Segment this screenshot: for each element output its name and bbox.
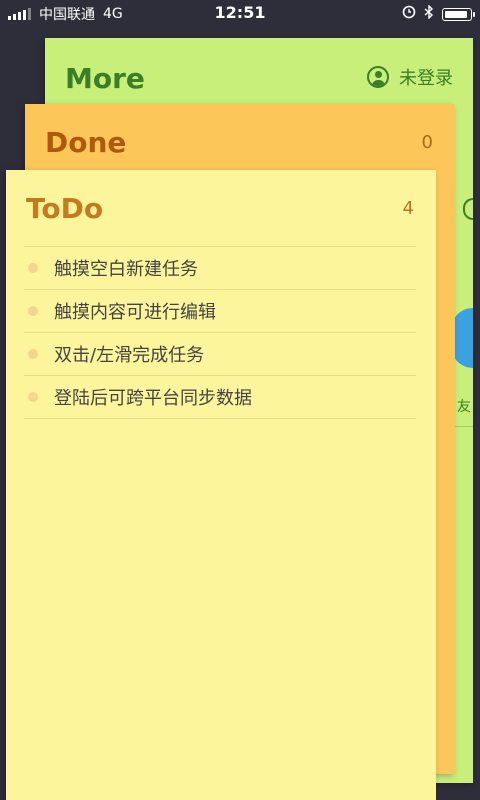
todo-list: 触摸空白新建任务 触摸内容可进行编辑 双击/左滑完成任务 登陆后可跨平台同步数据: [24, 246, 416, 419]
bullet-icon: [28, 392, 38, 402]
todo-item[interactable]: 登陆后可跨平台同步数据: [24, 376, 416, 419]
todo-item-text: 触摸内容可进行编辑: [54, 302, 216, 323]
bullet-icon: [28, 349, 38, 359]
bullet-icon: [28, 306, 38, 316]
peek-toggle-icon: [463, 198, 473, 220]
status-right: [402, 4, 475, 23]
todo-item[interactable]: 双击/左滑完成任务: [24, 333, 416, 376]
status-bar: 中国联通 4G 12:51: [0, 0, 480, 26]
todo-count: 4: [402, 198, 414, 219]
more-title: More: [65, 62, 145, 95]
done-title: Done: [45, 126, 127, 159]
battery-icon: [442, 7, 475, 21]
login-label: 未登录: [399, 68, 453, 89]
todo-item[interactable]: 触摸内容可进行编辑: [24, 290, 416, 333]
todo-card[interactable]: ToDo 4 触摸空白新建任务 触摸内容可进行编辑 双击/左滑完成任务 登陆后可…: [6, 170, 436, 800]
todo-title: ToDo: [26, 192, 104, 225]
bluetooth-icon: [424, 4, 434, 23]
alarm-icon: [402, 5, 416, 23]
user-icon: [367, 66, 389, 88]
login-button[interactable]: 未登录: [367, 64, 453, 90]
todo-item-text: 双击/左滑完成任务: [54, 345, 205, 366]
peek-label: 友: [457, 399, 471, 415]
todo-item-text: 触摸空白新建任务: [54, 259, 198, 280]
todo-item[interactable]: 触摸空白新建任务: [24, 247, 416, 290]
todo-item-text: 登陆后可跨平台同步数据: [54, 388, 252, 409]
done-count: 0: [421, 132, 433, 153]
bullet-icon: [28, 263, 38, 273]
